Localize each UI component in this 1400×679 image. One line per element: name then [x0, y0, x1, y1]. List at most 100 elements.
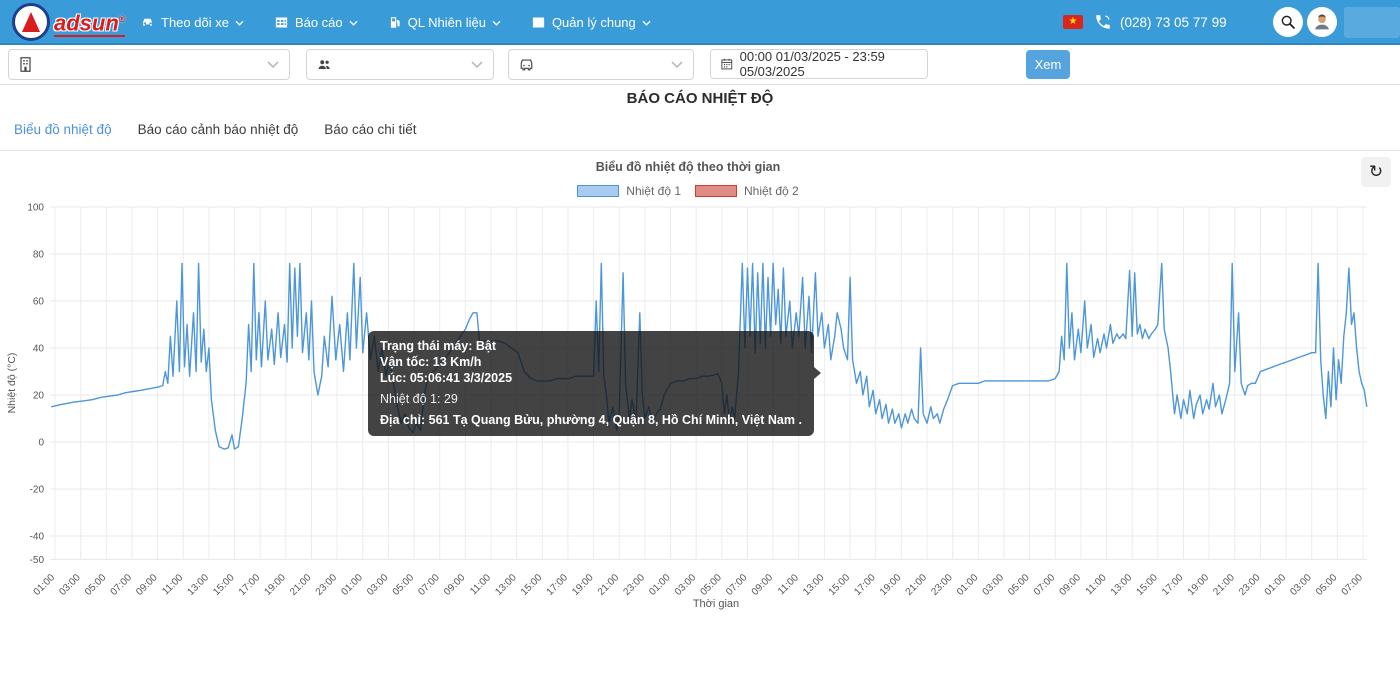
svg-text:05:00: 05:00 — [1314, 572, 1340, 598]
svg-text:07:00: 07:00 — [724, 572, 750, 598]
svg-text:15:00: 15:00 — [827, 572, 853, 598]
svg-text:19:00: 19:00 — [570, 572, 596, 598]
user-profile-button[interactable] — [1307, 7, 1337, 37]
search-button[interactable] — [1273, 7, 1303, 37]
svg-text:03:00: 03:00 — [1288, 572, 1314, 598]
fuel-icon — [388, 15, 402, 30]
chevron-down-icon — [671, 61, 683, 68]
tooltip-address: Địa chỉ: 561 Tạ Quang Bửu, phường 4, Quậ… — [380, 412, 802, 428]
menu-bao-cao[interactable]: Báo cáo — [274, 15, 358, 30]
svg-text:11:00: 11:00 — [468, 572, 493, 597]
menu-label: Quản lý chung — [552, 15, 636, 30]
tooltip-arrow-icon — [814, 367, 821, 379]
top-navbar: adsun® Theo dõi xe Báo cáo QL Nhiên liệu… — [0, 0, 1400, 45]
svg-text:21:00: 21:00 — [288, 572, 314, 598]
svg-text:17:00: 17:00 — [852, 572, 878, 598]
report-icon — [274, 15, 289, 30]
phone-icon — [1094, 13, 1112, 36]
svg-text:09:00: 09:00 — [442, 572, 468, 598]
svg-text:23:00: 23:00 — [1237, 572, 1263, 598]
svg-text:40: 40 — [33, 344, 45, 355]
svg-text:11:00: 11:00 — [776, 572, 801, 597]
tab-bao-cao-canh-bao[interactable]: Báo cáo cảnh báo nhiệt độ — [138, 122, 299, 137]
svg-text:21:00: 21:00 — [904, 572, 930, 598]
svg-text:15:00: 15:00 — [519, 572, 545, 598]
menu-label: Báo cáo — [295, 15, 343, 30]
building-icon — [19, 57, 32, 72]
svg-text:05:00: 05:00 — [698, 572, 724, 598]
svg-text:05:00: 05:00 — [1006, 572, 1032, 598]
svg-text:01:00: 01:00 — [339, 572, 365, 598]
svg-text:07:00: 07:00 — [109, 572, 135, 598]
user-avatar-icon — [1311, 11, 1333, 33]
svg-text:15:00: 15:00 — [211, 572, 237, 598]
chevron-down-icon — [349, 20, 358, 26]
svg-text:03:00: 03:00 — [57, 572, 83, 598]
view-button[interactable]: Xem — [1026, 50, 1070, 79]
chevron-down-icon — [267, 61, 279, 68]
brand-name: adsun® — [54, 7, 125, 37]
svg-text:03:00: 03:00 — [981, 572, 1007, 598]
tab-bieu-do-nhiet-do[interactable]: Biểu đồ nhiệt độ — [14, 122, 112, 137]
report-tabs: Biểu đồ nhiệt độ Báo cáo cảnh báo nhiệt … — [14, 122, 417, 137]
menu-ql-nhien-lieu[interactable]: QL Nhiên liệu — [388, 15, 501, 30]
menu-quan-ly-chung[interactable]: Quản lý chung — [531, 15, 651, 30]
svg-text:01:00: 01:00 — [955, 572, 981, 598]
hotline-number[interactable]: (028) 73 05 77 99 — [1120, 0, 1227, 45]
tooltip-engine-state: Trạng thái máy: Bật — [380, 338, 802, 354]
chevron-down-icon — [235, 20, 244, 26]
tooltip-temperature: Nhiệt độ 1: 29 — [380, 391, 802, 407]
chart-tooltip: Trạng thái máy: Bật Vận tốc: 13 Km/h Lúc… — [368, 331, 814, 436]
registered-mark: ® — [119, 14, 126, 24]
adsun-logo-icon — [12, 3, 50, 41]
vietnam-flag-icon[interactable]: ★ — [1063, 15, 1083, 29]
svg-text:09:00: 09:00 — [750, 572, 776, 598]
menu-label: Theo dõi xe — [161, 15, 229, 30]
svg-text:13:00: 13:00 — [1109, 572, 1135, 598]
main-menu: Theo dõi xe Báo cáo QL Nhiên liệu Quản l… — [140, 0, 651, 45]
users-icon — [317, 58, 332, 71]
date-range-value: 00:00 01/03/2025 - 23:59 05/03/2025 — [740, 49, 917, 79]
chevron-down-icon — [642, 20, 651, 26]
svg-text:21:00: 21:00 — [1211, 572, 1237, 598]
svg-text:23:00: 23:00 — [929, 572, 955, 598]
search-icon — [1280, 14, 1296, 30]
menu-label: QL Nhiên liệu — [408, 15, 486, 30]
svg-text:0: 0 — [38, 438, 44, 449]
tooltip-time: Lúc: 05:06:41 3/3/2025 — [380, 370, 802, 386]
svg-text:100: 100 — [27, 203, 44, 214]
svg-text:-40: -40 — [30, 532, 45, 543]
company-select[interactable] — [8, 49, 290, 80]
svg-text:13:00: 13:00 — [186, 572, 212, 598]
calendar-icon — [721, 57, 733, 71]
group-select[interactable] — [306, 49, 494, 80]
filter-bar: 00:00 01/03/2025 - 23:59 05/03/2025 Xem — [0, 45, 1400, 85]
svg-text:07:00: 07:00 — [416, 572, 442, 598]
svg-text:11:00: 11:00 — [160, 572, 185, 597]
adsun-logo[interactable]: adsun® — [12, 3, 125, 41]
vehicle-select[interactable] — [508, 49, 694, 80]
chevron-down-icon — [471, 61, 483, 68]
svg-text:05:00: 05:00 — [83, 572, 109, 598]
svg-text:60: 60 — [33, 297, 45, 308]
svg-text:13:00: 13:00 — [801, 572, 827, 598]
svg-text:Thời gian: Thời gian — [693, 598, 739, 610]
nav-right-panel[interactable] — [1344, 7, 1400, 38]
tooltip-speed: Vận tốc: 13 Km/h — [380, 354, 802, 370]
svg-text:09:00: 09:00 — [134, 572, 160, 598]
tab-bao-cao-chi-tiet[interactable]: Báo cáo chi tiết — [324, 122, 416, 137]
svg-text:05:00: 05:00 — [391, 572, 417, 598]
svg-text:03:00: 03:00 — [365, 572, 391, 598]
svg-text:11:00: 11:00 — [1084, 572, 1109, 597]
menu-theo-doi-xe[interactable]: Theo dõi xe — [140, 15, 244, 30]
temperature-report-page: adsun® Theo dõi xe Báo cáo QL Nhiên liệu… — [0, 0, 1400, 679]
svg-text:19:00: 19:00 — [262, 572, 288, 598]
date-range-picker[interactable]: 00:00 01/03/2025 - 23:59 05/03/2025 — [710, 49, 928, 79]
chevron-down-icon — [492, 20, 501, 26]
svg-text:01:00: 01:00 — [32, 572, 58, 598]
svg-text:07:00: 07:00 — [1340, 572, 1366, 598]
svg-text:23:00: 23:00 — [622, 572, 648, 598]
svg-text:19:00: 19:00 — [1186, 572, 1212, 598]
page-title: BÁO CÁO NHIỆT ĐỘ — [0, 90, 1400, 107]
car-icon — [140, 15, 155, 30]
